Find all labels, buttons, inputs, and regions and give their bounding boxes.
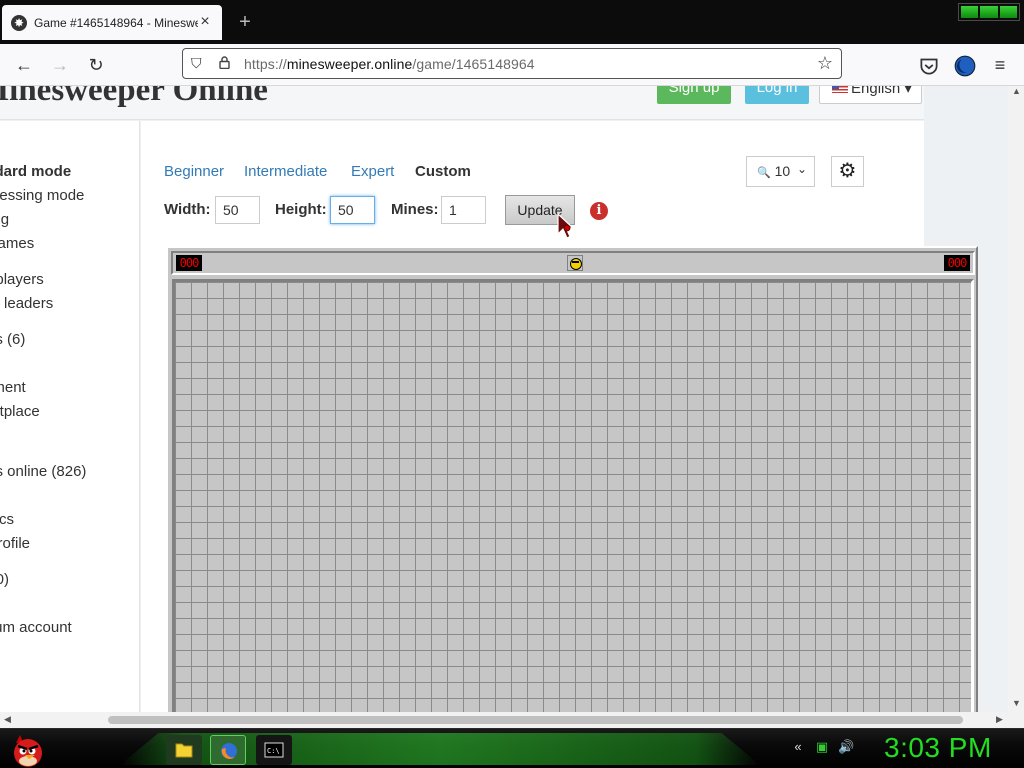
us-flag-icon: [832, 86, 848, 93]
site-header: Minesweeper Online Sign up Log in Englis…: [0, 86, 924, 120]
lock-icon[interactable]: [219, 56, 230, 69]
game-status-bar: 000 000: [171, 251, 975, 275]
scroll-down-arrow-icon[interactable]: ▼: [1012, 698, 1021, 708]
level-beginner-link[interactable]: Beginner: [164, 163, 224, 180]
timer-counter: 000: [944, 255, 970, 271]
horizontal-scroll-thumb[interactable]: [108, 716, 963, 724]
sidebar-item-marketplace[interactable]: Marketplace: [0, 403, 40, 420]
sidebar-item-events[interactable]: Events (6): [0, 331, 25, 348]
tab-title: Game #1465148964 - Minesweeper Online: [34, 15, 198, 30]
width-input[interactable]: 50: [215, 196, 260, 224]
sidebar-item-top-players[interactable]: Top players: [0, 271, 44, 288]
settings-gear-button[interactable]: ⚙: [831, 156, 864, 187]
web-page: Minesweeper Online Sign up Log in Englis…: [0, 86, 1024, 712]
show-hidden-icons-chevron-icon[interactable]: «: [790, 739, 806, 755]
taskbar-file-manager[interactable]: [166, 735, 202, 765]
angry-bird-start-icon[interactable]: [8, 731, 46, 768]
smiley-face-button[interactable]: [567, 255, 583, 271]
sidebar-item-ranking[interactable]: Ranking: [0, 211, 9, 228]
language-dropdown[interactable]: English ▾: [819, 86, 922, 104]
height-label: Height:: [275, 201, 327, 218]
forward-arrow-icon[interactable]: →: [48, 53, 72, 77]
taskbar-terminal[interactable]: C:\: [256, 735, 292, 765]
sidebar-item-quests[interactable]: Quests (0): [0, 571, 9, 588]
sidebar-item-standard-mode[interactable]: Standard mode: [0, 163, 71, 180]
level-expert-link[interactable]: Expert: [351, 163, 394, 180]
language-label: English: [851, 86, 901, 97]
minesweeper-game: 000 000: [166, 246, 978, 712]
menu-hamburger-icon[interactable]: ≡: [988, 53, 1012, 77]
browser-nav-bar: ← → ↻ ⛉ https://minesweeper.online/game/…: [0, 44, 1024, 86]
sign-up-button[interactable]: Sign up: [657, 86, 731, 104]
battery-indicator-icon: [958, 3, 1020, 21]
minesweeper-favicon-icon: ✸: [11, 14, 27, 31]
level-custom-link[interactable]: Custom: [415, 163, 471, 180]
bookmark-star-icon[interactable]: ☆: [817, 53, 833, 74]
folder-icon: [175, 743, 193, 758]
pocket-icon[interactable]: [917, 54, 941, 78]
sidebar-item-statistics[interactable]: Statistics: [0, 511, 14, 528]
horizontal-scrollbar[interactable]: ◀ ▶: [0, 712, 1024, 728]
scroll-right-arrow-icon[interactable]: ▶: [996, 714, 1003, 725]
sidebar-item-season-leaders[interactable]: Season leaders: [0, 295, 53, 312]
sidebar-item-best-games[interactable]: Best games: [0, 235, 34, 252]
browser-tab-bar: ✸ Game #1465148964 - Minesweeper Online …: [0, 0, 1024, 44]
gear-icon: ⚙: [838, 160, 857, 182]
chevron-down-icon: ⌄: [796, 162, 807, 176]
network-monitor-icon[interactable]: ▣: [814, 739, 830, 755]
sidebar: Standard mode No Guessing mode Ranking B…: [0, 121, 140, 712]
mines-counter: 000: [176, 255, 202, 271]
system-tray: « ▣ 🔊: [790, 739, 854, 755]
terminal-icon: C:\: [264, 742, 284, 758]
reload-icon[interactable]: ↻: [84, 53, 108, 77]
log-in-button[interactable]: Log in: [745, 86, 809, 104]
width-label: Width:: [164, 201, 211, 218]
taskbar-clock[interactable]: 3:03 PM: [884, 732, 992, 764]
firefox-icon: [221, 743, 237, 759]
mines-input[interactable]: 1: [441, 196, 486, 224]
mouse-cursor-icon: [557, 212, 575, 239]
svg-text:C:\: C:\: [267, 747, 280, 755]
account-avatar-icon[interactable]: [953, 54, 977, 78]
scroll-left-arrow-icon[interactable]: ◀: [4, 714, 11, 725]
vertical-scrollbar[interactable]: ▲ ▼: [1008, 86, 1024, 712]
zoom-select[interactable]: 🔍 10 ⌄: [746, 156, 815, 187]
back-arrow-icon[interactable]: ←: [12, 53, 36, 77]
os-taskbar: C:\ « ▣ 🔊 3:03 PM: [0, 728, 1024, 768]
magnifier-icon: 🔍: [757, 167, 771, 179]
mine-board-grid[interactable]: [172, 279, 974, 712]
caret-down-icon: ▾: [904, 86, 912, 97]
volume-icon[interactable]: 🔊: [838, 739, 854, 755]
level-intermediate-link[interactable]: Intermediate: [244, 163, 327, 180]
site-title[interactable]: Minesweeper Online: [0, 86, 268, 109]
browser-tab[interactable]: ✸ Game #1465148964 - Minesweeper Online …: [2, 5, 222, 40]
address-bar[interactable]: ⛉ https://minesweeper.online/game/146514…: [182, 48, 842, 79]
sidebar-item-premium-account[interactable]: Premium account: [0, 619, 72, 636]
height-input[interactable]: 50: [330, 196, 375, 224]
info-icon[interactable]: i: [590, 202, 608, 220]
scroll-up-arrow-icon[interactable]: ▲: [1012, 86, 1021, 96]
sidebar-item-equipment[interactable]: Equipment: [0, 379, 26, 396]
close-tab-icon[interactable]: ×: [196, 13, 214, 31]
mines-label: Mines:: [391, 201, 439, 218]
new-tab-icon[interactable]: +: [234, 11, 256, 33]
taskbar-firefox[interactable]: [210, 735, 246, 765]
url-text[interactable]: https://minesweeper.online/game/14651489…: [244, 56, 535, 72]
sidebar-item-players-online[interactable]: Players online (826): [0, 463, 86, 480]
tracking-shield-icon[interactable]: ⛉: [191, 55, 202, 72]
sidebar-item-my-profile[interactable]: My profile: [0, 535, 30, 552]
zoom-value: 10: [774, 163, 791, 179]
sidebar-item-no-guessing-mode[interactable]: No Guessing mode: [0, 187, 84, 204]
